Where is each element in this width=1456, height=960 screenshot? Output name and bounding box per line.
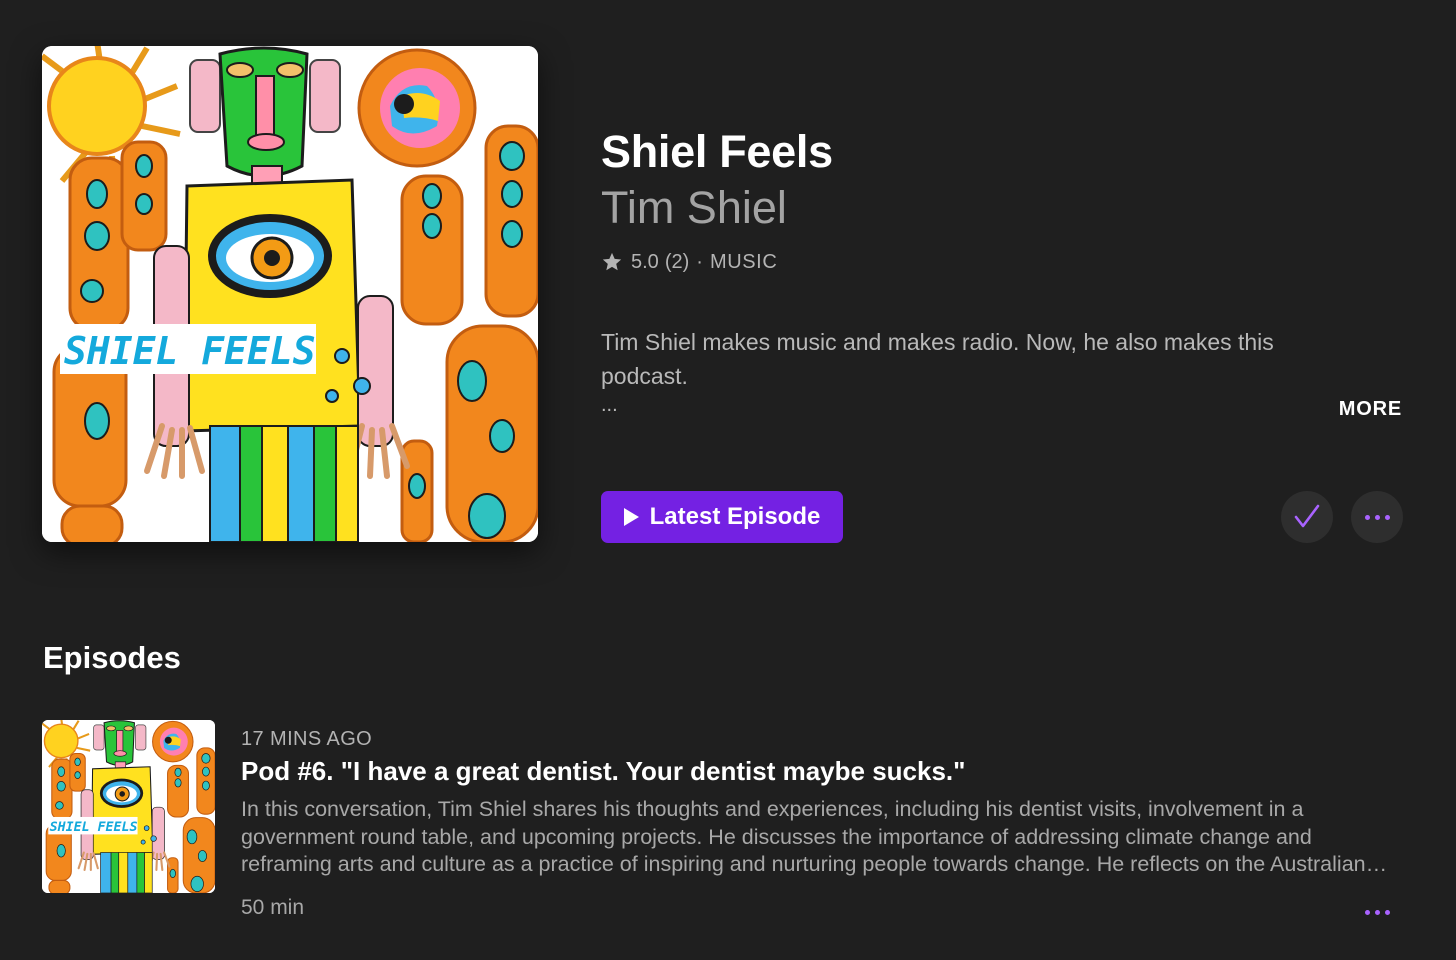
description-ellipsis: ... (601, 394, 618, 416)
podcast-description: Tim Shiel makes music and makes radio. N… (601, 329, 1274, 389)
podcast-author[interactable]: Tim Shiel (601, 182, 787, 234)
play-icon (623, 508, 639, 526)
ellipsis-icon (1364, 514, 1390, 520)
episode-row[interactable]: 17 MINS AGO Pod #6. "I have a great dent… (42, 720, 1414, 930)
ellipsis-icon (1364, 909, 1390, 915)
star-icon (602, 252, 622, 271)
podcast-title: Shiel Feels (601, 126, 833, 177)
rating-value: 5.0 (631, 250, 659, 273)
genre-link[interactable]: MUSIC (710, 251, 777, 274)
episode-artwork (42, 720, 215, 893)
more-button[interactable]: MORE (1339, 398, 1402, 421)
more-options-button[interactable] (1351, 491, 1403, 543)
rating-count: (2) (664, 250, 690, 273)
podcast-page: Shiel Feels Tim Shiel 5.0 (2) · MUSIC Ti… (0, 0, 1456, 960)
episode-options-button[interactable] (1351, 902, 1403, 922)
episode-summary: In this conversation, Tim Shiel shares h… (241, 797, 1366, 876)
follow-button[interactable] (1281, 491, 1333, 543)
podcast-artwork (42, 46, 538, 542)
podcast-artwork-image (42, 46, 538, 542)
episode-title[interactable]: Pod #6. "I have a great dentist. Your de… (241, 756, 965, 787)
checkmark-icon (1294, 504, 1320, 528)
latest-episode-label: Latest Episode (649, 503, 821, 530)
podcast-meta: 5.0 (2) · MUSIC (601, 249, 777, 275)
meta-separator: · (696, 250, 703, 273)
latest-episode-button[interactable]: Latest Episode (601, 491, 843, 543)
episode-date: 17 MINS AGO (241, 728, 373, 750)
episode-artwork-image (42, 720, 215, 893)
episode-duration: 50 min (241, 896, 305, 919)
episodes-heading: Episodes (43, 640, 181, 675)
